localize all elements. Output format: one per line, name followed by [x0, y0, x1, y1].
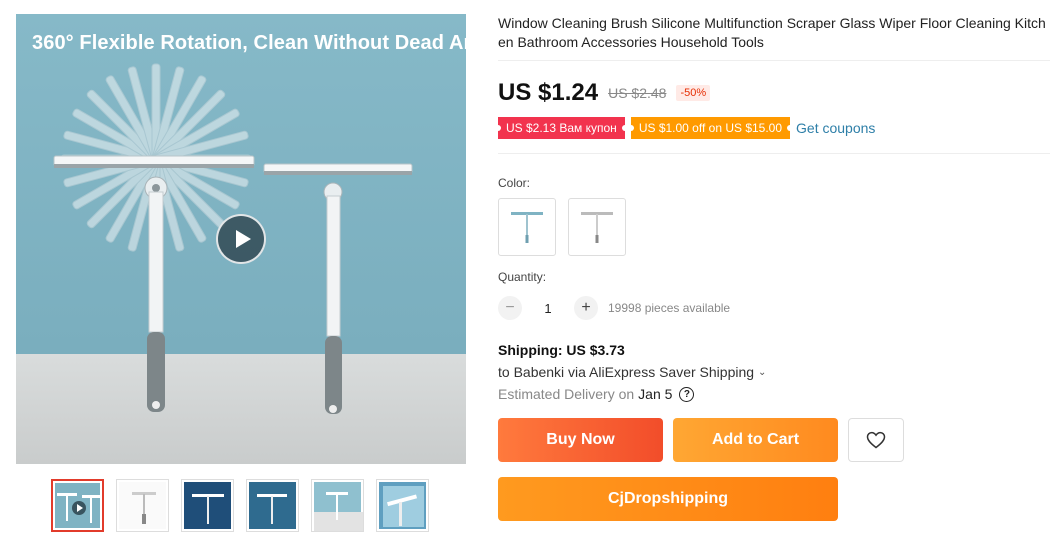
thumbnail-5[interactable] — [311, 479, 364, 532]
thumbnail-4[interactable] — [246, 479, 299, 532]
coupon-divider — [498, 153, 1050, 154]
delivery-prefix: Estimated Delivery on — [498, 386, 635, 402]
play-video-button[interactable] — [216, 214, 266, 264]
title-divider — [498, 60, 1050, 61]
play-icon — [235, 230, 251, 248]
thumbnail-strip — [51, 479, 429, 532]
squeegee-blue-thumb-icon — [249, 482, 296, 529]
delivery-date: Jan 5 — [638, 386, 673, 402]
add-to-cart-button[interactable]: Add to Cart — [673, 418, 838, 462]
squeegee-dark-blue-thumb-icon — [184, 482, 231, 529]
original-price: US $2.48 — [608, 85, 667, 101]
thumbnail-2[interactable] — [116, 479, 169, 532]
coupon-store[interactable]: US $2.13 Вам купон — [498, 117, 625, 139]
squeegee-gray-swatch-icon — [581, 212, 613, 243]
quantity-decrease-button[interactable]: − — [498, 296, 522, 320]
chevron-down-icon: ⌄ — [758, 366, 767, 378]
current-price: US $1.24 — [498, 79, 599, 106]
quantity-stepper: − 1 + 19998 pieces available — [498, 296, 1050, 320]
image-headline: 360° Flexible Rotation, Clean Without De… — [32, 32, 466, 54]
quantity-increase-button[interactable]: + — [574, 296, 598, 320]
available-pieces: 19998 pieces available — [608, 301, 731, 315]
heart-icon — [866, 431, 886, 449]
thumbnail-6[interactable] — [376, 479, 429, 532]
help-icon[interactable]: ? — [679, 386, 695, 402]
thumbnail-1[interactable] — [51, 479, 104, 532]
color-option-blue[interactable] — [498, 198, 556, 256]
squeegee-glass-thumb-icon — [379, 482, 426, 529]
quantity-value[interactable]: 1 — [532, 301, 564, 316]
buy-now-button[interactable]: Buy Now — [498, 418, 663, 462]
squeegee-video-thumb-icon — [55, 483, 100, 528]
get-coupons-link[interactable]: Get coupons — [796, 120, 875, 136]
squeegee-dimensions-thumb-icon — [119, 482, 166, 529]
shipping-route-text: to Babenki via AliExpress Saver Shipping — [498, 364, 755, 380]
product-title: Window Cleaning Brush Silicone Multifunc… — [498, 15, 1046, 50]
discount-badge: -50% — [676, 85, 711, 101]
purchase-actions: Buy Now Add to Cart — [498, 418, 1050, 462]
product-details: Window Cleaning Brush Silicone Multifunc… — [498, 14, 1050, 521]
color-label: Color: — [498, 176, 531, 190]
shipping-cost: Shipping: US $3.73 — [498, 342, 625, 358]
color-option-gray[interactable] — [568, 198, 626, 256]
thumbnail-3[interactable] — [181, 479, 234, 532]
shipping-route[interactable]: to Babenki via AliExpress Saver Shipping… — [498, 364, 1050, 380]
main-product-image[interactable]: 360° Flexible Rotation, Clean Without De… — [16, 14, 466, 464]
cjdropshipping-button[interactable]: CjDropshipping — [498, 477, 838, 521]
coupon-threshold[interactable]: US $1.00 off on US $15.00 — [630, 117, 791, 139]
price-row: US $1.24 US $2.48 -50% — [498, 79, 1050, 107]
squeegee-window-thumb-icon — [314, 482, 363, 531]
wishlist-button[interactable] — [848, 418, 904, 462]
estimated-delivery: Estimated Delivery on Jan 5 ? — [498, 386, 1050, 402]
quantity-label: Quantity: — [498, 270, 547, 284]
color-options — [498, 198, 1050, 256]
coupon-row: US $2.13 Вам купон US $1.00 off on US $1… — [498, 117, 1050, 139]
squeegee-blue-swatch-icon — [511, 212, 543, 243]
